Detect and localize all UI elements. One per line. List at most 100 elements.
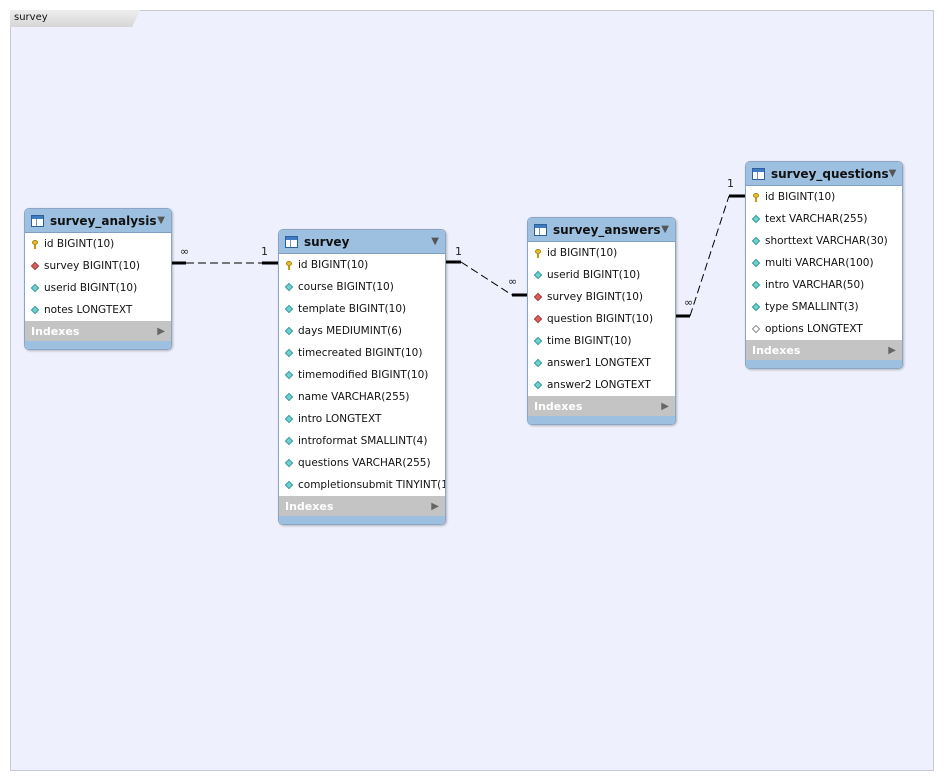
column-row[interactable]: userid BIGINT(10) <box>25 277 171 299</box>
diagram-tab[interactable]: survey <box>10 10 140 27</box>
column-icon <box>534 359 543 368</box>
table-header[interactable]: survey_questions ▼ <box>746 162 902 186</box>
table-survey-answers[interactable]: survey_answers ▼ id BIGINT(10) userid BI… <box>527 217 676 425</box>
column-label: id BIGINT(10) <box>547 247 618 259</box>
table-title: survey_questions <box>771 166 889 181</box>
column-icon <box>285 415 294 424</box>
table-survey-questions[interactable]: survey_questions ▼ id BIGINT(10) text VA… <box>745 161 903 369</box>
column-icon <box>752 215 761 224</box>
table-title: survey_answers <box>553 222 661 237</box>
column-row[interactable]: timecreated BIGINT(10) <box>279 342 445 364</box>
diagram-canvas[interactable] <box>10 10 934 771</box>
indexes-section[interactable]: Indexes ▶ <box>528 396 675 416</box>
primary-key-icon <box>31 239 40 249</box>
column-icon <box>752 237 761 246</box>
column-row[interactable]: type SMALLINT(3) <box>746 296 902 318</box>
column-label: options LONGTEXT <box>765 323 863 335</box>
column-row[interactable]: id BIGINT(10) <box>279 254 445 276</box>
expand-triangle-icon[interactable]: ▶ <box>431 501 439 512</box>
table-title: survey <box>304 234 350 249</box>
column-row[interactable]: timemodified BIGINT(10) <box>279 364 445 386</box>
column-icon <box>285 283 294 292</box>
indexes-section[interactable]: Indexes ▶ <box>279 496 445 516</box>
column-row[interactable]: multi VARCHAR(100) <box>746 252 902 274</box>
column-row[interactable]: intro LONGTEXT <box>279 408 445 430</box>
column-row[interactable]: questions VARCHAR(255) <box>279 452 445 474</box>
column-row[interactable]: course BIGINT(10) <box>279 276 445 298</box>
column-icon <box>31 306 40 315</box>
foreign-key-icon <box>534 315 543 324</box>
column-row[interactable]: userid BIGINT(10) <box>528 264 675 286</box>
column-row[interactable]: answer1 LONGTEXT <box>528 352 675 374</box>
column-row[interactable]: id BIGINT(10) <box>746 186 902 208</box>
column-row[interactable]: question BIGINT(10) <box>528 308 675 330</box>
column-row[interactable]: survey BIGINT(10) <box>528 286 675 308</box>
column-row[interactable]: introformat SMALLINT(4) <box>279 430 445 452</box>
column-label: intro LONGTEXT <box>298 413 382 425</box>
column-row[interactable]: id BIGINT(10) <box>25 233 171 255</box>
table-header[interactable]: survey_analysis ▼ <box>25 209 171 233</box>
column-icon <box>285 459 294 468</box>
table-title: survey_analysis <box>50 213 157 228</box>
table-icon <box>534 223 547 236</box>
column-label: userid BIGINT(10) <box>44 282 138 294</box>
collapse-triangle-icon[interactable]: ▼ <box>157 215 165 226</box>
primary-key-icon <box>285 260 294 270</box>
primary-key-icon <box>534 248 543 258</box>
column-row[interactable]: notes LONGTEXT <box>25 299 171 321</box>
primary-key-icon <box>752 192 761 202</box>
column-label: name VARCHAR(255) <box>298 391 410 403</box>
collapse-triangle-icon[interactable]: ▼ <box>661 224 669 235</box>
column-icon <box>752 303 761 312</box>
column-label: id BIGINT(10) <box>298 259 369 271</box>
column-label: notes LONGTEXT <box>44 304 133 316</box>
foreign-key-icon <box>534 293 543 302</box>
column-label: time BIGINT(10) <box>547 335 632 347</box>
column-icon <box>534 271 543 280</box>
expand-triangle-icon[interactable]: ▶ <box>888 345 896 356</box>
column-row[interactable]: template BIGINT(10) <box>279 298 445 320</box>
column-label: userid BIGINT(10) <box>547 269 641 281</box>
column-label: introformat SMALLINT(4) <box>298 435 428 447</box>
table-header[interactable]: survey ▼ <box>279 230 445 254</box>
collapse-triangle-icon[interactable]: ▼ <box>889 168 897 179</box>
column-label: template BIGINT(10) <box>298 303 407 315</box>
column-icon <box>285 327 294 336</box>
column-label: multi VARCHAR(100) <box>765 257 874 269</box>
column-row[interactable]: time BIGINT(10) <box>528 330 675 352</box>
column-row[interactable]: days MEDIUMINT(6) <box>279 320 445 342</box>
indexes-label: Indexes <box>31 324 80 338</box>
table-icon <box>285 235 298 248</box>
column-row[interactable]: shorttext VARCHAR(30) <box>746 230 902 252</box>
column-row[interactable]: answer2 LONGTEXT <box>528 374 675 396</box>
column-icon <box>534 337 543 346</box>
column-icon <box>752 281 761 290</box>
expand-triangle-icon[interactable]: ▶ <box>157 326 165 337</box>
column-icon <box>752 259 761 268</box>
table-header[interactable]: survey_answers ▼ <box>528 218 675 242</box>
table-footer <box>25 341 171 349</box>
column-icon <box>31 284 40 293</box>
column-icon <box>285 349 294 358</box>
collapse-triangle-icon[interactable]: ▼ <box>431 236 439 247</box>
column-label: intro VARCHAR(50) <box>765 279 865 291</box>
table-icon <box>752 167 765 180</box>
column-label: shorttext VARCHAR(30) <box>765 235 888 247</box>
column-row[interactable]: intro VARCHAR(50) <box>746 274 902 296</box>
indexes-section[interactable]: Indexes ▶ <box>25 321 171 341</box>
column-label: questions VARCHAR(255) <box>298 457 431 469</box>
column-row[interactable]: completionsubmit TINYINT(1) <box>279 474 445 496</box>
column-icon <box>285 305 294 314</box>
column-row[interactable]: text VARCHAR(255) <box>746 208 902 230</box>
table-survey-analysis[interactable]: survey_analysis ▼ id BIGINT(10) survey B… <box>24 208 172 350</box>
column-icon <box>285 437 294 446</box>
column-row[interactable]: name VARCHAR(255) <box>279 386 445 408</box>
expand-triangle-icon[interactable]: ▶ <box>661 401 669 412</box>
table-footer <box>528 416 675 424</box>
column-row[interactable]: id BIGINT(10) <box>528 242 675 264</box>
column-row[interactable]: survey BIGINT(10) <box>25 255 171 277</box>
table-survey[interactable]: survey ▼ id BIGINT(10) course BIGINT(10)… <box>278 229 446 525</box>
foreign-key-icon <box>31 262 40 271</box>
column-row[interactable]: options LONGTEXT <box>746 318 902 340</box>
indexes-section[interactable]: Indexes ▶ <box>746 340 902 360</box>
